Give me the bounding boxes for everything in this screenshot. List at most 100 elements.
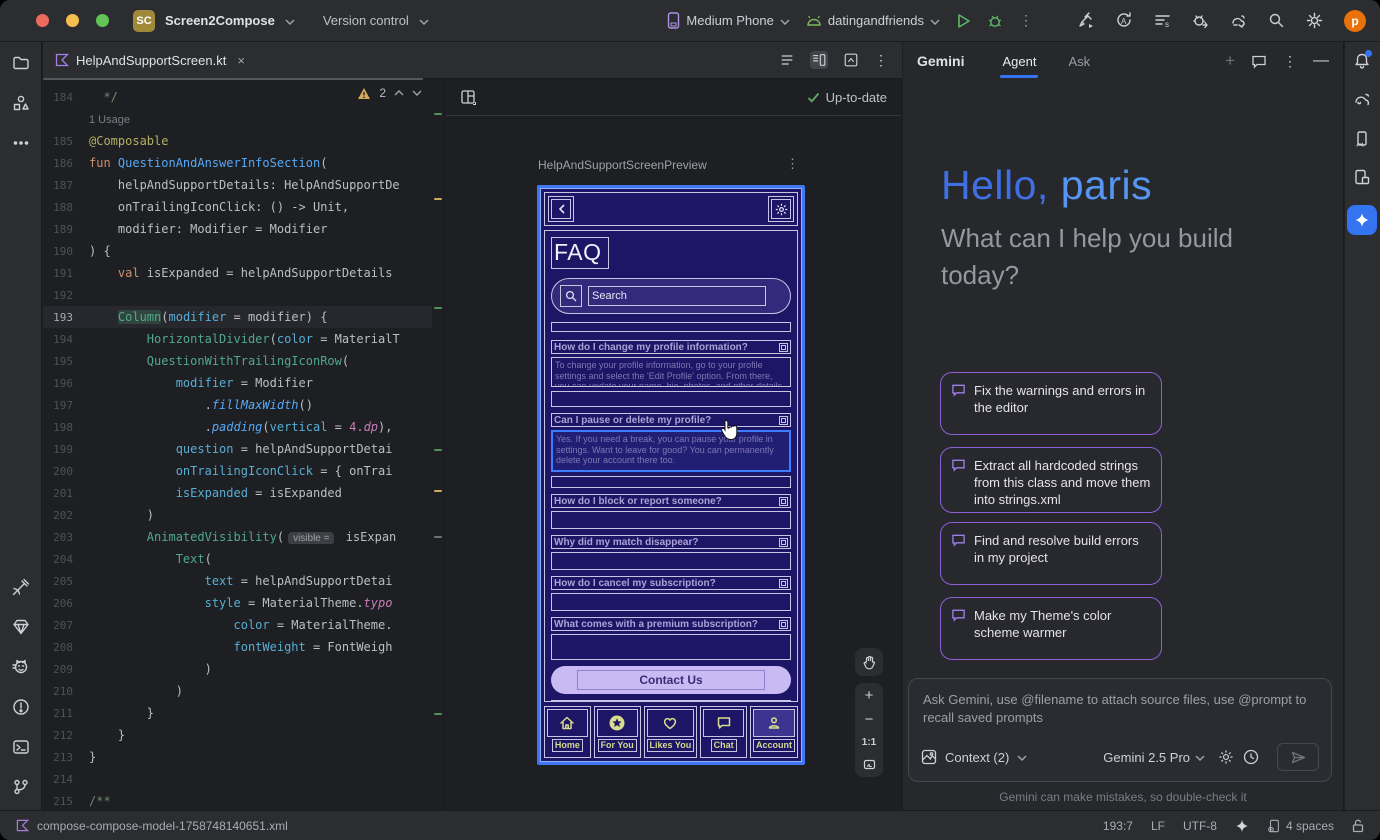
code-line[interactable]: 200 onTrailingIconClick = { onTrai bbox=[43, 460, 432, 482]
faq-question[interactable]: Why did my match disappear? bbox=[551, 535, 791, 549]
code-line[interactable]: 203 AnimatedVisibility(visible = isExpan bbox=[43, 526, 432, 548]
gemini-settings-icon[interactable] bbox=[1218, 749, 1234, 765]
phone-preview-frame[interactable]: FAQ Search How do I change my profile in… bbox=[537, 185, 805, 765]
contact-us-button[interactable]: Contact Us bbox=[551, 666, 791, 694]
code-line[interactable]: 215/** bbox=[43, 790, 432, 810]
nav-likes-you[interactable]: Likes You bbox=[644, 706, 698, 758]
code-line[interactable]: 207 color = MaterialTheme. bbox=[43, 614, 432, 636]
suggestion-card[interactable]: Find and resolve build errors in my proj… bbox=[940, 522, 1162, 585]
caret-position[interactable]: 193:7 bbox=[1103, 819, 1133, 833]
design-view-icon[interactable] bbox=[842, 51, 860, 69]
user-avatar[interactable]: p bbox=[1344, 10, 1366, 32]
nav-account[interactable]: Account bbox=[750, 706, 798, 758]
build-icon[interactable] bbox=[1078, 12, 1095, 29]
code-line[interactable]: 213} bbox=[43, 746, 432, 768]
faq-question[interactable]: What comes with a premium subscription? bbox=[551, 617, 791, 631]
settings-gear-icon[interactable] bbox=[1306, 12, 1323, 29]
nav-chat[interactable]: Chat bbox=[700, 706, 747, 758]
pan-tool-button[interactable] bbox=[855, 648, 883, 676]
app-quality-insights-icon[interactable] bbox=[12, 618, 30, 636]
code-line[interactable]: 192 bbox=[43, 284, 432, 306]
code-line[interactable]: 212 } bbox=[43, 724, 432, 746]
code-line[interactable]: 198 .padding(vertical = 4.dp), bbox=[43, 416, 432, 438]
suggestion-card[interactable]: Fix the warnings and errors in the edito… bbox=[940, 372, 1162, 435]
code-line[interactable]: 202 ) bbox=[43, 504, 432, 526]
editor-scroll-stripe[interactable] bbox=[432, 80, 445, 810]
code-line[interactable]: 195 QuestionWithTrailingIconRow( bbox=[43, 350, 432, 372]
suggestion-card[interactable]: Make my Theme's color scheme warmer bbox=[940, 597, 1162, 660]
nav-for-you[interactable]: For You bbox=[594, 706, 641, 758]
new-chat-icon[interactable]: + bbox=[1225, 51, 1235, 71]
hide-panel-icon[interactable]: — bbox=[1313, 52, 1329, 70]
code-view-icon[interactable] bbox=[778, 51, 796, 69]
build-tool-icon[interactable] bbox=[12, 578, 30, 596]
code-line[interactable]: 210 ) bbox=[43, 680, 432, 702]
code-line[interactable]: 211 } bbox=[43, 702, 432, 724]
gemini-tool-button[interactable] bbox=[1347, 205, 1377, 235]
tab-ask[interactable]: Ask bbox=[1066, 45, 1092, 78]
editor-options-icon[interactable]: ⋮ bbox=[874, 52, 888, 69]
code-line[interactable]: 193 Column(modifier = modifier) { bbox=[43, 306, 432, 328]
code-line[interactable]: 197 .fillMaxWidth() bbox=[43, 394, 432, 416]
code-line[interactable]: 205 text = helpAndSupportDetai bbox=[43, 570, 432, 592]
code-line[interactable]: 208 fontWeight = FontWeigh bbox=[43, 636, 432, 658]
chat-history-icon[interactable] bbox=[1251, 54, 1267, 69]
context-dropdown[interactable]: Context (2) bbox=[945, 750, 1009, 765]
project-tool-icon[interactable] bbox=[12, 54, 30, 72]
inspection-widget[interactable]: 2 bbox=[357, 86, 422, 100]
unlock-icon[interactable] bbox=[1352, 819, 1364, 833]
zoom-out-button[interactable]: − bbox=[865, 713, 874, 727]
back-button[interactable] bbox=[548, 196, 574, 222]
prev-problem-icon[interactable] bbox=[394, 90, 404, 96]
sync-project-icon[interactable]: A bbox=[1116, 12, 1133, 29]
gemini-options-icon[interactable]: ⋮ bbox=[1283, 53, 1297, 70]
gradle-tool-icon[interactable] bbox=[1353, 90, 1371, 108]
code-line[interactable]: 194 HorizontalDivider(color = MaterialT bbox=[43, 328, 432, 350]
file-encoding[interactable]: UTF-8 bbox=[1183, 819, 1217, 833]
code-line[interactable]: 185@Composable bbox=[43, 130, 432, 152]
faq-question[interactable]: Can I pause or delete my profile? bbox=[551, 413, 791, 427]
preview-menu-icon[interactable]: ⋮ bbox=[786, 156, 799, 172]
search-everywhere-icon[interactable] bbox=[1268, 12, 1285, 29]
status-file-path[interactable]: compose-compose-model-1758748140651.xml bbox=[37, 819, 288, 833]
code-line[interactable]: 191 val isExpanded = helpAndSupportDetai… bbox=[43, 262, 432, 284]
indent-widget[interactable]: 4 spaces bbox=[1267, 819, 1334, 833]
project-selector[interactable]: Screen2Compose bbox=[165, 13, 275, 28]
zoom-window-button[interactable] bbox=[96, 14, 109, 27]
more-run-options[interactable]: ⋮ bbox=[1019, 12, 1034, 29]
model-dropdown[interactable]: Gemini 2.5 Pro bbox=[1103, 750, 1190, 765]
search-input[interactable]: Search bbox=[588, 286, 766, 306]
code-editor[interactable]: 2 184 */1 Usage185@Composable186fun Ques… bbox=[43, 80, 432, 810]
suggestion-card[interactable]: Extract all hardcoded strings from this … bbox=[940, 447, 1162, 513]
logcat-icon[interactable] bbox=[12, 658, 30, 676]
zoom-in-button[interactable]: + bbox=[865, 689, 874, 703]
code-inlay-row[interactable]: 1 Usage bbox=[43, 108, 432, 130]
next-problem-icon[interactable] bbox=[412, 90, 422, 96]
faq-question[interactable]: How do I cancel my subscription? bbox=[551, 576, 791, 590]
code-line[interactable]: 196 modifier = Modifier bbox=[43, 372, 432, 394]
code-line[interactable]: 186fun QuestionAndAnswerInfoSection( bbox=[43, 152, 432, 174]
preview-name-label[interactable]: HelpAndSupportScreenPreview bbox=[538, 158, 707, 172]
running-devices-icon[interactable] bbox=[1353, 168, 1371, 186]
gemini-prompt-input[interactable] bbox=[921, 689, 1319, 733]
git-tool-icon[interactable] bbox=[12, 778, 30, 796]
code-line[interactable]: 188 onTrailingIconClick: () -> Unit, bbox=[43, 196, 432, 218]
resource-manager-icon[interactable] bbox=[12, 94, 30, 112]
close-window-button[interactable] bbox=[36, 14, 49, 27]
problems-tool-icon[interactable] bbox=[12, 698, 30, 716]
faq-question[interactable]: How do I block or report someone? bbox=[551, 494, 791, 508]
run-configuration-selector[interactable]: datingandfriends bbox=[806, 13, 940, 28]
search-bar[interactable]: Search bbox=[551, 278, 791, 314]
gemini-status-icon[interactable] bbox=[1235, 819, 1249, 833]
nav-home[interactable]: Home bbox=[544, 706, 591, 758]
more-tool-windows-icon[interactable] bbox=[12, 134, 30, 152]
tab-agent[interactable]: Agent bbox=[1000, 45, 1038, 78]
fit-to-screen-icon[interactable] bbox=[863, 758, 876, 771]
history-icon[interactable] bbox=[1243, 749, 1259, 765]
code-line[interactable]: 214 bbox=[43, 768, 432, 790]
code-line[interactable]: 187 helpAndSupportDetails: HelpAndSuppor… bbox=[43, 174, 432, 196]
code-line[interactable]: 199 question = helpAndSupportDetai bbox=[43, 438, 432, 460]
faq-question[interactable]: How do I change my profile information? bbox=[551, 340, 791, 354]
code-line[interactable]: 190) { bbox=[43, 240, 432, 262]
send-button[interactable] bbox=[1277, 743, 1319, 771]
